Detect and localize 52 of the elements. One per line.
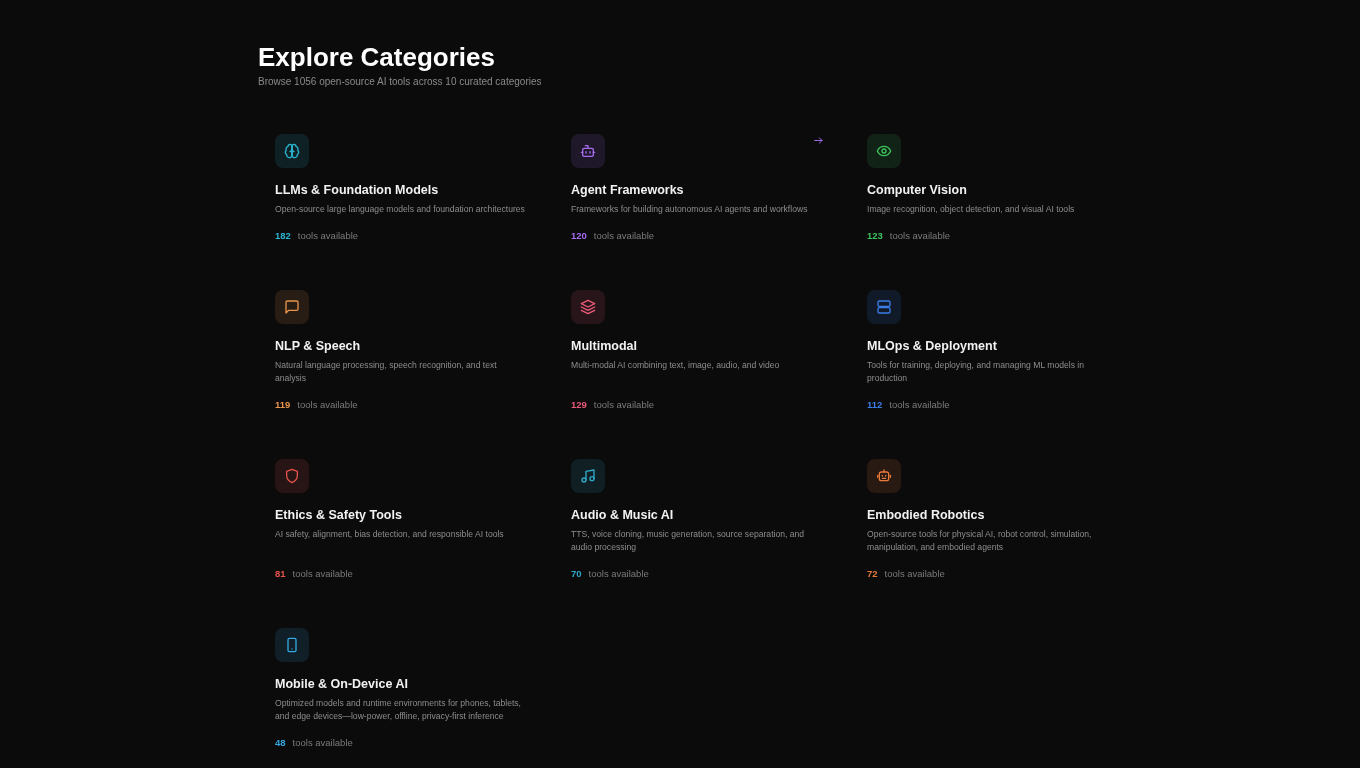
category-description: Open-source tools for physical AI, robot control, simulation, manipulation, and embodied agents [867, 528, 1093, 554]
tool-count-label: tools available [889, 229, 951, 242]
tool-count-label: tools available [884, 567, 945, 580]
tool-count-label: tools available [593, 398, 655, 411]
category-title: Agent Frameworks [571, 182, 684, 199]
music-note-icon [571, 459, 605, 493]
tool-count: 123 [867, 229, 883, 242]
category-description: Multi-modal AI combining text, image, audio, and video [571, 359, 780, 372]
tool-count-label: tools available [588, 567, 649, 580]
tool-count: 129 [571, 398, 587, 411]
eye-icon [867, 134, 901, 168]
category-title: Ethics & Safety Tools [275, 507, 402, 524]
tool-count: 112 [867, 398, 883, 411]
category-description: Frameworks for building autonomous AI agents and workflows [571, 203, 808, 216]
category-title: Audio & Music AI [571, 507, 674, 524]
tool-count: 72 [867, 567, 878, 580]
tool-count: 182 [275, 229, 291, 242]
robot-face-icon [867, 459, 901, 493]
category-title: MLOps & Deployment [867, 338, 997, 355]
smartphone-icon [275, 628, 309, 662]
tool-count: 81 [275, 567, 286, 580]
tool-count: 70 [571, 567, 582, 580]
server-icon [867, 290, 901, 324]
tool-count-label: tools available [889, 398, 950, 411]
category-title: LLMs & Foundation Models [275, 182, 439, 199]
category-title: Multimodal [571, 338, 637, 355]
robot-icon [571, 134, 605, 168]
tool-count-label: tools available [593, 229, 655, 242]
category-description: TTS, voice cloning, music generation, source separation, and audio processing [571, 528, 806, 554]
tool-count: 120 [571, 229, 587, 242]
category-title: Mobile & On-Device AI [275, 676, 408, 693]
brain-icon [275, 134, 309, 168]
tool-count: 48 [275, 736, 286, 749]
category-title: NLP & Speech [275, 338, 361, 355]
layers-icon [571, 290, 605, 324]
category-title: Computer Vision [867, 182, 967, 199]
shield-icon [275, 459, 309, 493]
chat-bubble-icon [275, 290, 309, 324]
category-title: Embodied Robotics [867, 507, 985, 524]
category-description: Natural language processing, speech recognition, and text analysis [275, 359, 498, 385]
page-title: Explore Categories [258, 41, 495, 73]
tool-count-label: tools available [297, 398, 358, 411]
tool-count-label: tools available [297, 229, 359, 242]
category-description: Optimized models and runtime environments for phones, tablets, and edge devices—low-power, offline, privacy-first inference [275, 697, 522, 723]
tool-count-label: tools available [292, 567, 353, 580]
page-subtitle: Browse 1056 open-source AI tools across 10 curated categories [258, 75, 542, 89]
category-description: Image recognition, object detection, and visual AI tools [867, 203, 1075, 216]
tool-count-label: tools available [292, 736, 353, 749]
category-description: Tools for training, deploying, and managing ML models in production [867, 359, 1086, 385]
category-description: Open-source large language models and foundation architectures [275, 203, 525, 216]
tool-count: 119 [275, 398, 291, 411]
category-description: AI safety, alignment, bias detection, and responsible AI tools [275, 528, 504, 541]
